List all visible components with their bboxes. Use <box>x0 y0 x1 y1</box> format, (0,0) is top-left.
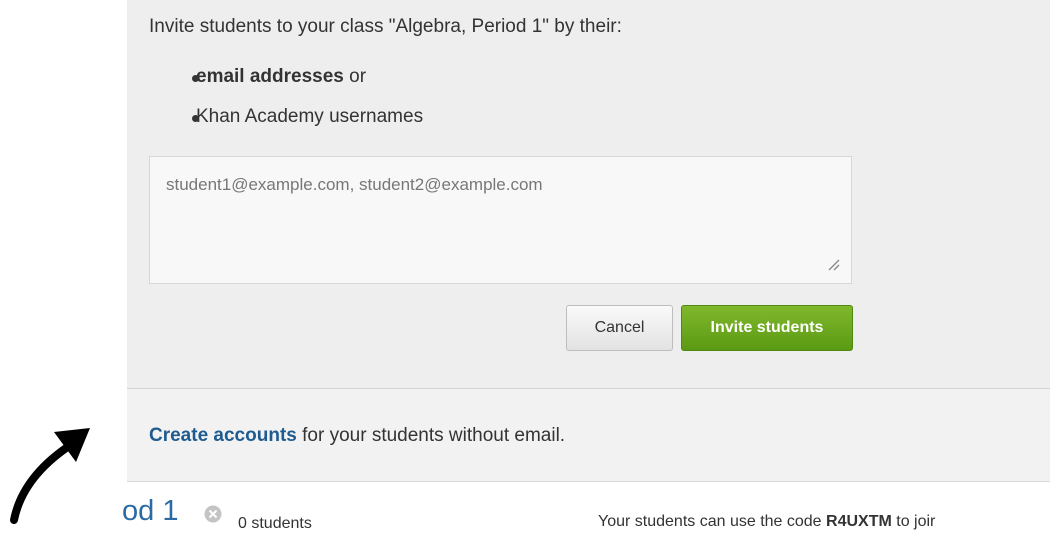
method-bold: email addresses <box>196 66 344 87</box>
create-accounts-link[interactable]: Create accounts <box>149 425 297 446</box>
class-code: R4UXTM <box>826 513 892 530</box>
cancel-button[interactable]: Cancel <box>566 305 673 351</box>
class-name-link[interactable]: od 1 <box>122 495 178 528</box>
invite-methods-list: email addresses or Khan Academy username… <box>149 62 423 142</box>
code-suffix: to joir <box>891 513 936 530</box>
invite-intro: Invite students to your class "Algebra, … <box>149 16 622 37</box>
method-rest: Khan Academy usernames <box>196 106 424 127</box>
create-accounts-text: Create accounts for your students withou… <box>149 425 565 447</box>
class-code-text: Your students can use the code R4UXTM to… <box>598 513 1050 531</box>
page: Invite students to your class "Algebra, … <box>0 0 1050 537</box>
student-count: 0 students <box>238 515 312 532</box>
resize-grip-icon[interactable] <box>826 257 840 271</box>
list-item-username: Khan Academy usernames <box>149 102 423 142</box>
create-accounts-rest: for your students without email. <box>296 425 566 446</box>
code-prefix: Your students can use the code <box>598 513 827 530</box>
textarea-value: student1@example.com, student2@example.c… <box>166 175 543 194</box>
method-rest: or <box>343 66 367 87</box>
bullet-dot <box>192 115 199 122</box>
remove-circle-icon[interactable] <box>204 505 222 523</box>
list-item-email: email addresses or <box>149 62 423 102</box>
invite-students-button[interactable]: Invite students <box>681 305 853 351</box>
curved-arrow-icon <box>10 428 90 524</box>
bullet-dot <box>192 75 199 82</box>
create-accounts-row: Create accounts for your students withou… <box>127 389 1050 482</box>
student-emails-textarea[interactable]: student1@example.com, student2@example.c… <box>149 156 852 284</box>
